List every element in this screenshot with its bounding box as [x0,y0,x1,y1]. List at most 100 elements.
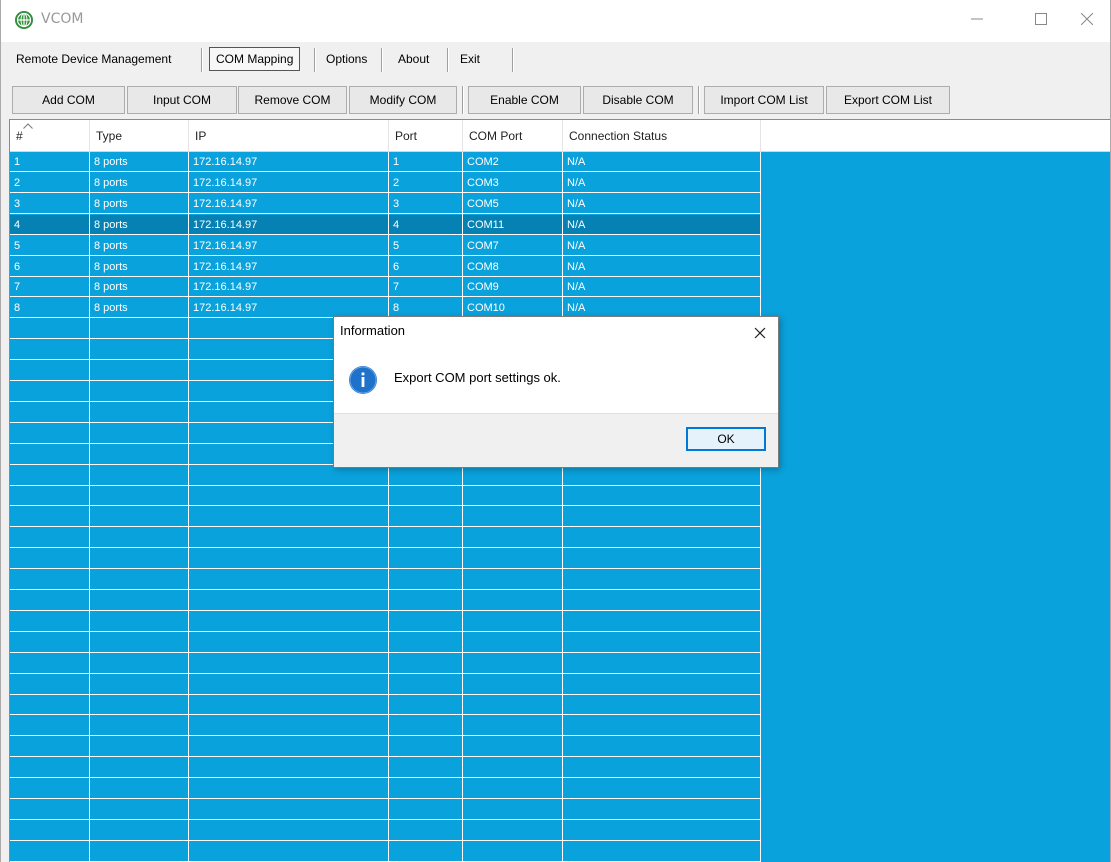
table-row[interactable]: 7 8 ports 172.16.14.97 7 COM9 N/A [10,277,760,298]
table-row[interactable]: 5 8 ports 172.16.14.97 5 COM7 N/A [10,236,760,256]
column-gridline [462,152,463,862]
table-row[interactable]: 1 8 ports 172.16.14.97 1 COM2 N/A [10,152,760,172]
cell-type: 8 ports [94,218,128,231]
info-icon [349,366,377,394]
cell-number: 8 [14,302,21,315]
cell-type: 8 ports [94,197,128,210]
cell-number: 6 [14,260,21,273]
cell-port: 5 [393,239,400,252]
cell-port: 7 [393,281,400,294]
column-header-connection-status[interactable]: Connection Status [563,120,761,152]
menu-bar: Remote Device Management COM Mapping Opt… [1,44,1110,74]
close-window-button[interactable] [1064,0,1110,42]
cell-type: 8 ports [94,176,128,189]
empty-row [10,549,761,570]
cell-connection-status: N/A [567,260,586,273]
empty-row [10,821,761,841]
menu-separator [201,48,203,72]
cell-connection-status: N/A [567,176,586,189]
empty-row [10,842,761,862]
cell-com-port: COM5 [467,197,499,210]
toolbar: Add COM Input COM Remove COM Modify COM … [1,82,1110,116]
dialog-message: Export COM port settings ok. [394,370,561,385]
table-row[interactable]: 4 8 ports 172.16.14.97 4 COM11 N/A [10,214,760,235]
cell-port: 3 [393,197,400,210]
cell-number: 3 [14,197,21,210]
disable-com-button[interactable]: Disable COM [583,86,693,114]
remove-com-button[interactable]: Remove COM [238,86,347,114]
maximize-icon [1035,13,1047,25]
cell-com-port: COM11 [467,218,505,231]
empty-row [10,737,761,758]
minimize-button[interactable] [954,0,1000,42]
window-title: VCOM [41,11,84,27]
cell-connection-status: N/A [567,239,586,252]
cell-com-port: COM3 [467,176,499,189]
column-gridline [760,152,761,862]
cell-connection-status: N/A [567,218,586,231]
export-com-list-button[interactable]: Export COM List [826,86,950,114]
sort-ascending-icon [23,123,33,129]
column-header-ip[interactable]: IP [189,120,389,152]
dialog-title: Information [340,323,406,338]
grid-body: 1 8 ports 172.16.14.97 1 COM2 N/A 2 8 ports 172.… [10,152,1110,862]
empty-row [10,528,761,549]
column-header-type[interactable]: Type [90,120,189,152]
add-com-button[interactable]: Add COM [12,86,125,114]
cell-type: 8 ports [94,260,128,273]
column-gridline [188,152,189,862]
cell-number: 7 [14,281,21,294]
cell-ip: 172.16.14.97 [193,239,258,252]
empty-row [10,591,761,611]
cell-port: 4 [393,218,400,231]
input-com-button[interactable]: Input COM [127,86,237,114]
cell-connection-status: N/A [567,197,586,210]
column-gridline [89,152,90,862]
app-globe-icon [15,11,33,29]
ok-button[interactable]: OK [686,427,766,451]
menu-separator [512,48,514,72]
modify-com-button[interactable]: Modify COM [349,86,457,114]
empty-row [10,716,761,737]
grid-header: # Type IP Port COM Port Connection Statu… [10,120,1110,152]
table-row[interactable]: 3 8 ports 172.16.14.97 3 COM5 N/A [10,194,760,214]
menu-about[interactable]: About [392,47,435,71]
table-row[interactable]: 6 8 ports 172.16.14.97 6 COM8 N/A [10,257,760,277]
menu-remote-device-management[interactable]: Remote Device Management [10,47,177,71]
cell-com-port: COM2 [467,156,499,168]
window-border-left [0,0,1,862]
title-bar: VCOM [1,0,1110,42]
column-header-com-port[interactable]: COM Port [463,120,563,152]
cell-connection-status: N/A [567,156,586,168]
cell-number: 2 [14,176,21,189]
menu-exit[interactable]: Exit [454,47,486,71]
column-header-port[interactable]: Port [389,120,463,152]
empty-row [10,612,761,632]
toolbar-separator [698,86,700,114]
import-com-list-button[interactable]: Import COM List [704,86,824,114]
vcom-window: VCOM Remote Device Management COM Mappin… [0,0,1111,862]
cell-connection-status: N/A [567,281,586,294]
cell-port: 6 [393,260,400,273]
cell-type: 8 ports [94,239,128,252]
close-icon [1080,12,1094,26]
dialog-footer: OK [334,413,778,467]
menu-com-mapping[interactable]: COM Mapping [209,47,301,71]
dialog-close-icon[interactable] [752,325,768,341]
empty-row [10,779,761,799]
cell-ip: 172.16.14.97 [193,260,258,273]
cell-port: 1 [393,156,400,168]
column-gridline [388,152,389,862]
cell-ip: 172.16.14.97 [193,197,258,210]
com-mapping-grid[interactable]: # Type IP Port COM Port Connection Statu… [9,119,1110,862]
minimize-icon [971,18,983,20]
menu-options[interactable]: Options [320,47,373,71]
enable-com-button[interactable]: Enable COM [468,86,581,114]
menu-separator [447,48,449,72]
table-row[interactable]: 2 8 ports 172.16.14.97 2 COM3 N/A [10,173,760,193]
information-dialog: Information Export COM port settings ok.… [333,316,779,468]
empty-row [10,800,761,820]
maximize-button[interactable] [1018,0,1064,42]
empty-row [10,486,761,507]
column-header-number[interactable]: # [10,120,90,152]
